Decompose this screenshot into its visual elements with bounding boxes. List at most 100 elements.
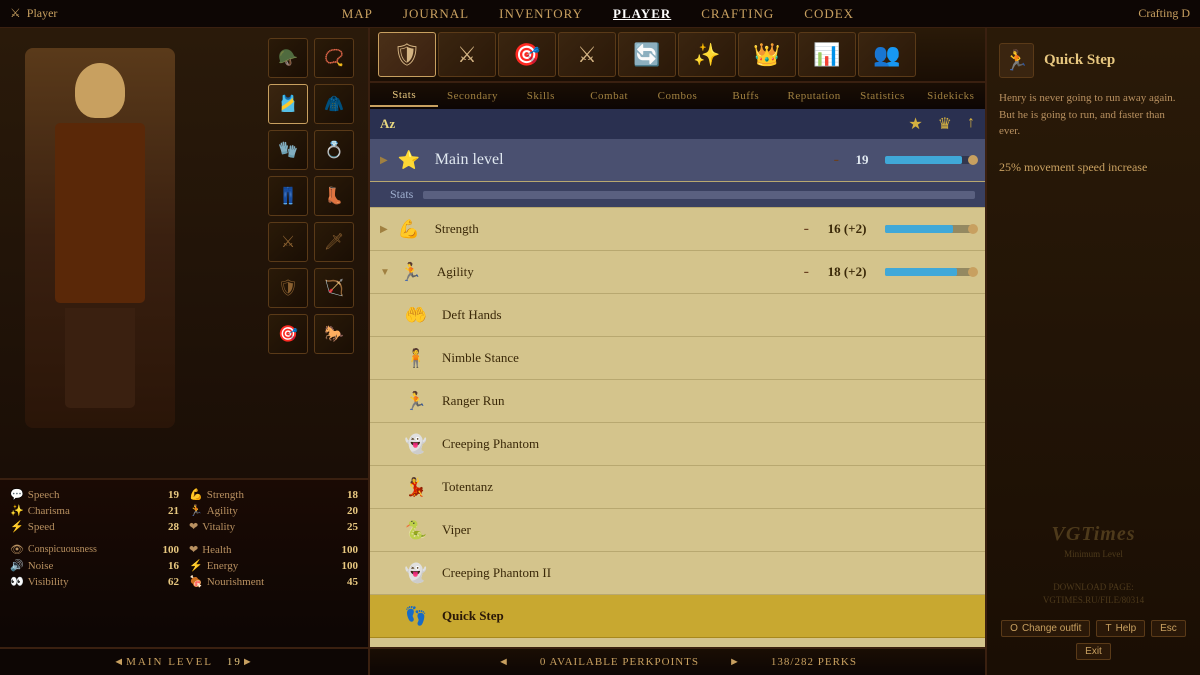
main-level-bar [885,156,975,164]
help-button[interactable]: T Help [1096,620,1145,637]
nav-map[interactable]: MAP [342,6,373,22]
agility-value: 18 (+2) [817,264,877,280]
skill-item-viper[interactable]: 🐍 Viper [370,509,985,552]
skill-item-deft-hands[interactable]: 🤲 Deft Hands [370,294,985,337]
tab-icon-stats[interactable]: 🛡 [378,32,436,77]
tab-label-skills[interactable]: Skills [507,86,575,106]
health-icon: ❤ [189,543,198,556]
tab-label-stats[interactable]: Stats [370,85,438,107]
agility-bar-dot [968,267,978,277]
stat-conspicuousness: 👁 Conspicuousness 100 [10,543,179,556]
tab-label-sidekicks[interactable]: Sidekicks [917,86,985,106]
nav-inventory[interactable]: INVENTORY [499,6,583,22]
esc-button[interactable]: Esc [1151,620,1186,637]
help-icon: T [1105,623,1111,634]
skill-item-featherweight[interactable]: 🪶 Featherweight [370,638,985,647]
quick-step-icon: 👣 [400,600,432,632]
eq-slot-bow[interactable]: 🏹 [314,268,354,308]
tab-icon-reputation[interactable]: 👑 [738,32,796,77]
main-level-minus[interactable]: - [834,151,839,169]
eq-slot-legs[interactable]: 👖 [268,176,308,216]
agility-name: Agility [437,264,804,280]
tab-icon-combat[interactable]: ⚔ [558,32,616,77]
noise-icon: 🔊 [10,559,24,572]
main-level-bar-fill [885,156,962,164]
tab-label-statistics[interactable]: Statistics [848,86,916,106]
skill-item-agility[interactable]: ▼ 🏃 Agility - 18 (+2) [370,251,985,294]
eq-slot-hands[interactable]: 🧤 [268,130,308,170]
skill-item-creeping-phantom[interactable]: 👻 Creeping Phantom [370,423,985,466]
skill-detail-header: 🏃 Quick Step [999,43,1188,78]
tab-label-reputation[interactable]: Reputation [780,86,848,106]
main-level-label: MAIN LEVEL 19 [126,656,242,668]
eq-slot-back[interactable]: 🧥 [314,84,354,124]
tab-label-combat[interactable]: Combat [575,86,643,106]
skill-item-creeping-phantom-2[interactable]: 👻 Creeping Phantom II [370,552,985,595]
nourishment-icon: 🍖 [189,575,203,588]
agility-minus[interactable]: - [804,263,809,281]
eq-slot-neck[interactable]: 📿 [314,38,354,78]
tab-icon-buffs[interactable]: ✨ [678,32,736,77]
agility-bar-fill [885,268,957,276]
strength-minus[interactable]: - [804,220,809,238]
tab-icon-sidekicks[interactable]: 👥 [858,32,916,77]
sort-az-button[interactable]: Az [380,116,395,132]
nav-player[interactable]: PLAYER [613,6,671,22]
tab-icon-statistics[interactable]: 📊 [798,32,856,77]
skill-item-totentanz[interactable]: 💃 Totentanz [370,466,985,509]
change-outfit-button[interactable]: O Change outfit [1001,620,1090,637]
stat-energy: ⚡ Energy 100 [189,559,358,572]
nav-codex[interactable]: CODEX [804,6,854,22]
action-buttons: O Change outfit T Help Esc Exit [999,620,1188,660]
tab-icon-combos[interactable]: 🔄 [618,32,676,77]
skill-list: ▶ ⭐ Main level - 19 Stats ▶ [370,139,985,647]
skill-item-nimble-stance[interactable]: 🧍 Nimble Stance [370,337,985,380]
filter-star-icon[interactable]: ★ [908,114,922,134]
strength-value: 16 (+2) [817,221,877,237]
tab-label-secondary[interactable]: Secondary [438,86,506,106]
nimble-stance-icon: 🧍 [400,342,432,374]
viper-icon: 🐍 [400,514,432,546]
eq-slot-chest[interactable]: 🎽 [268,84,308,124]
skill-item-main-level[interactable]: ▶ ⭐ Main level - 19 [370,139,985,182]
eq-slot-weapon1[interactable]: ⚔ [268,222,308,262]
character-figure [20,38,180,458]
skill-item-strength[interactable]: ▶ 💪 Strength - 16 (+2) [370,208,985,251]
perks-count: 138/282 PERKS [771,656,857,668]
title-area: ⚔ Player [10,6,57,21]
nav-crafting[interactable]: CRAFTING [701,6,774,22]
charisma-icon: ✨ [10,504,24,517]
creeping-phantom-2-name: Creeping Phantom II [442,565,551,581]
tab-icon-secondary[interactable]: ⚔ [438,32,496,77]
filter-up-icon[interactable]: ↑ [967,114,975,134]
nav-journal[interactable]: JOURNAL [403,6,469,22]
totentanz-name: Totentanz [442,479,493,495]
eq-slot-feet[interactable]: 👢 [314,176,354,216]
perk-arrow-right[interactable]: ► [729,656,741,668]
eq-slot-weapon2[interactable]: 🗡 [314,222,354,262]
eq-slot-horse[interactable]: 🐎 [314,314,354,354]
exit-button[interactable]: Exit [1076,643,1111,660]
strength-bar [885,225,975,233]
speed-icon: ⚡ [10,520,24,533]
skill-item-quick-step[interactable]: 👣 Quick Step [370,595,985,638]
eq-slot-shield[interactable]: 🛡 [268,268,308,308]
quick-step-detail-icon: 🏃 [1004,48,1029,73]
stat-strength: 💪 Strength 18 [189,488,358,501]
stats-header-name: Stats [390,187,413,202]
agility-icon: 🏃 [189,504,203,517]
eq-slot-ring[interactable]: 💍 [314,130,354,170]
main-layout: 🪖 📿 🎽 🧥 🧤 💍 👖 👢 ⚔ 🗡 [0,28,1200,675]
totentanz-icon: 💃 [400,471,432,503]
expand-agility-icon: ▼ [380,267,390,278]
skill-item-ranger-run[interactable]: 🏃 Ranger Run [370,380,985,423]
tab-icon-skills[interactable]: 🎯 [498,32,556,77]
eq-slot-head[interactable]: 🪖 [268,38,308,78]
eq-slot-arrow[interactable]: 🎯 [268,314,308,354]
perk-arrow-left[interactable]: ◄ [498,656,510,668]
tab-label-buffs[interactable]: Buffs [712,86,780,106]
main-nav: MAP JOURNAL INVENTORY PLAYER CRAFTING CO… [342,6,854,22]
filter-crown-icon[interactable]: ♛ [938,114,952,134]
tab-label-combos[interactable]: Combos [643,86,711,106]
stat-vitality: ❤ Vitality 25 [189,520,358,533]
